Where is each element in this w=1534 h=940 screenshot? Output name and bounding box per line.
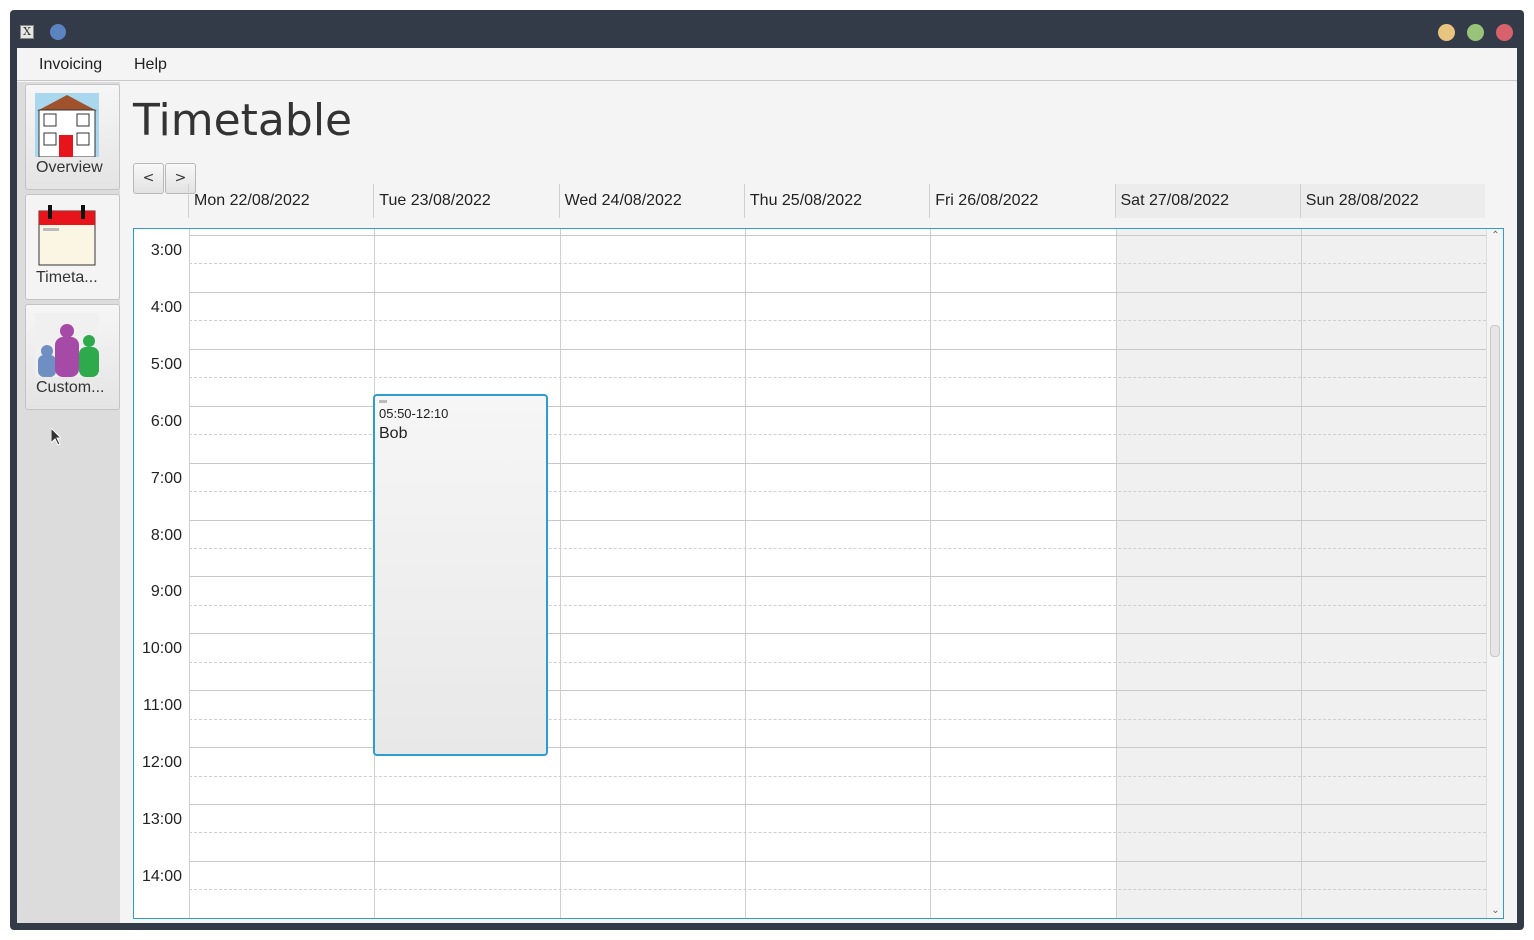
app-window: X Invoicing Help Overview Timeta... Cust… [10, 10, 1524, 930]
hour-gridline [189, 804, 1486, 805]
day-header: Thu 25/08/2022 [743, 184, 929, 218]
hour-label: 11:00 [143, 697, 182, 715]
hour-label: 4:00 [150, 298, 182, 316]
half-hour-gridline [189, 889, 1486, 891]
minimize-button[interactable] [1438, 24, 1455, 41]
appointment-customer: Bob [379, 425, 408, 442]
close-button[interactable] [1496, 24, 1513, 41]
day-header: Fri 26/08/2022 [929, 184, 1114, 218]
hour-gridline [189, 348, 1486, 350]
page-title: Timetable [133, 95, 353, 146]
day-column[interactable] [1300, 229, 1486, 918]
appointment-grip-handle[interactable] [379, 400, 387, 403]
hour-label: 13:00 [141, 811, 182, 828]
hour-gridline [189, 291, 1486, 293]
menu-help[interactable]: Help [134, 56, 167, 74]
sidebar-item-label: Overview [36, 159, 103, 176]
scroll-down-icon[interactable]: ⌄ [1487, 904, 1503, 918]
previous-week-button[interactable]: < [133, 163, 164, 194]
sidebar-item-label: Timeta... [36, 269, 98, 286]
hour-label: 3:00 [150, 242, 182, 259]
day-header: Sat 27/08/2022 [1114, 184, 1300, 218]
day-column[interactable] [744, 229, 930, 918]
customers-icon [35, 313, 99, 377]
day-column[interactable] [189, 229, 374, 918]
hour-label: 9:00 [150, 583, 182, 601]
day-header: Mon 22/08/2022 [188, 184, 373, 218]
day-header: Wed 24/08/2022 [558, 184, 744, 218]
calendar-grid-body: 3:00 4:00 5:00 6:00 7:00 8:00 9:00 10:00 11:00 12… [134, 229, 1486, 918]
day-header: Tue 23/08/2022 [373, 184, 558, 218]
appointment-entry[interactable]: 05:50-12:10 Bob [373, 394, 548, 756]
mouse-cursor-icon [51, 428, 61, 446]
vertical-scrollbar[interactable]: ⌃ ⌄ [1486, 229, 1503, 918]
sidebar: Overview Timeta... Custom... [17, 82, 120, 923]
sidebar-item-label: Custom... [36, 379, 105, 396]
pin-icon[interactable] [50, 24, 66, 40]
day-column[interactable] [559, 229, 745, 918]
scroll-up-icon[interactable]: ⌃ [1487, 229, 1503, 243]
house-icon [35, 93, 99, 157]
window-content: Invoicing Help Overview Timeta... Custom… [17, 48, 1517, 923]
hour-label: 6:00 [150, 412, 182, 430]
hour-gridline [189, 235, 1486, 236]
half-hour-gridline [189, 832, 1486, 834]
half-hour-gridline [189, 775, 1486, 777]
scroll-thumb[interactable] [1490, 325, 1500, 657]
day-header: Sun 28/08/2022 [1299, 184, 1486, 218]
hour-label: 14:00 [141, 867, 182, 885]
calendar-grid[interactable]: 3:00 4:00 5:00 6:00 7:00 8:00 9:00 10:00 11:00 12… [133, 228, 1504, 919]
hour-label: 12:00 [141, 754, 182, 772]
menu-invoicing[interactable]: Invoicing [39, 56, 102, 74]
hour-label: 7:00 [150, 469, 182, 487]
sidebar-item-overview[interactable]: Overview [25, 84, 120, 190]
app-icon: X [20, 25, 34, 39]
half-hour-gridline [189, 377, 1486, 379]
maximize-button[interactable] [1467, 24, 1484, 41]
half-hour-gridline [189, 263, 1486, 265]
sidebar-item-customers[interactable]: Custom... [25, 304, 120, 410]
half-hour-gridline [189, 320, 1486, 322]
hour-gridline [189, 860, 1486, 862]
hour-label: 10:00 [141, 640, 182, 658]
hour-label: 8:00 [150, 526, 182, 544]
sidebar-item-timetable[interactable]: Timeta... [25, 194, 120, 300]
day-column[interactable] [1115, 229, 1301, 918]
appointment-time: 05:50-12:10 [379, 406, 449, 421]
menu-bar: Invoicing Help [17, 48, 1517, 81]
timetable-panel: Timetable < > Mon 22/08/2022 Tue 23/08/20… [120, 82, 1517, 923]
calendar-icon [38, 205, 96, 266]
title-bar[interactable]: X [10, 10, 1524, 48]
hour-label: 5:00 [150, 355, 182, 373]
day-column[interactable] [930, 229, 1115, 918]
